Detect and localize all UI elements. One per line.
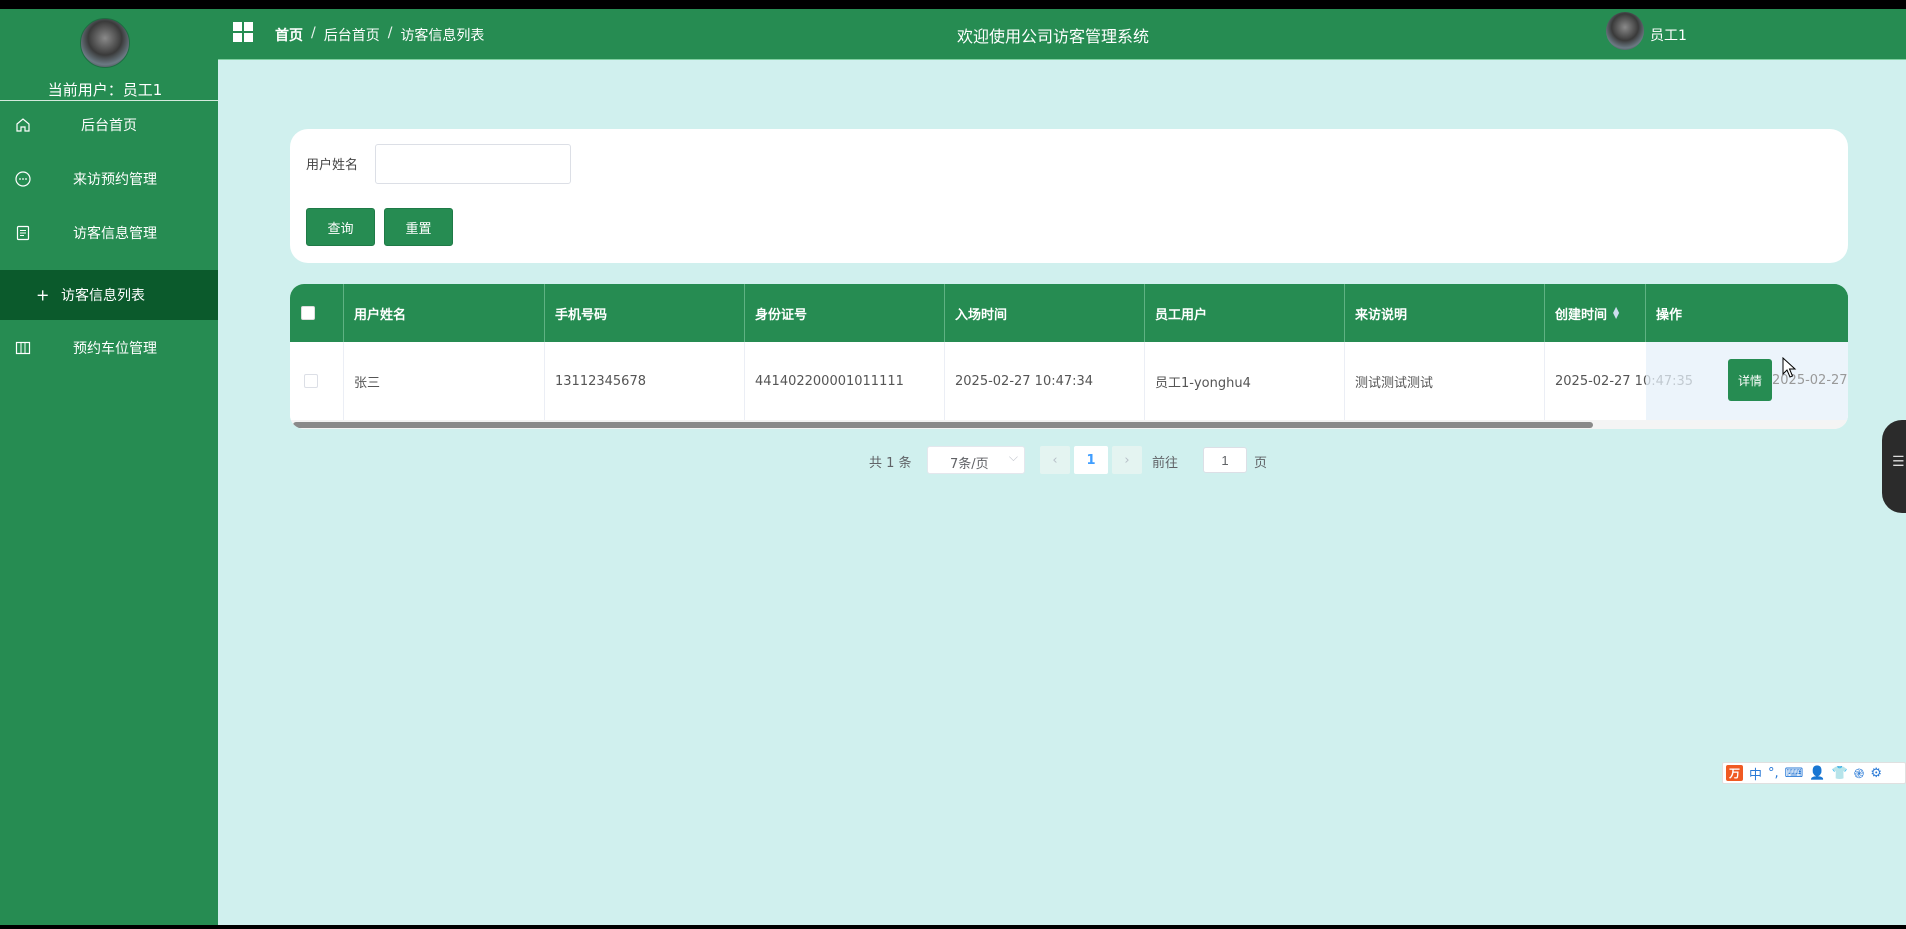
sidebar-item-label: 后台首页 [81, 118, 137, 134]
breadcrumb-dashboard[interactable]: 后台首页 [324, 25, 380, 45]
page-size-value: 7条/页 [950, 457, 989, 472]
sidebar-subitem-visitor-list[interactable]: + 访客信息列表 [0, 270, 218, 320]
plus-icon: + [36, 285, 50, 305]
query-button[interactable]: 查询 [306, 208, 375, 246]
ime-keyboard-icon[interactable]: ⌨ [1785, 766, 1804, 781]
chevron-down-icon: ⌵ [1008, 450, 1018, 464]
table-row: 张三 13112345678 441402200001011111 2025-0… [290, 342, 1848, 420]
sidebar-item-dashboard[interactable]: 后台首页 [0, 99, 218, 151]
goto-page-input[interactable] [1203, 447, 1247, 473]
column-header: 身份证号 [745, 284, 945, 342]
breadcrumb-separator: / [387, 25, 393, 41]
column-header-created[interactable]: 创建时间 ▲ ▼ [1545, 284, 1646, 342]
column-header: 入场时间 [945, 284, 1145, 342]
reset-button[interactable]: 重置 [384, 208, 453, 246]
ime-punctuation-icon[interactable]: °, [1768, 766, 1779, 781]
prev-page-button[interactable]: ‹ [1040, 446, 1070, 474]
sidebar: 当前用户：员工1 后台首页 来访预约管理 访客信息管理 + 访客信息列表 预约车… [0, 9, 218, 925]
column-header: 员工用户 [1145, 284, 1345, 342]
pagination: 共 1 条 7条/页 ⌵ ‹ 1 › 前往 页 [218, 446, 1906, 474]
column-header-label: 创建时间 [1555, 307, 1608, 323]
actions-cell: 详情 2025-02-27 10 [1646, 342, 1848, 420]
header: 首页 / 后台首页 / 访客信息列表 欢迎使用公司访客管理系统 员工1 [218, 9, 1906, 59]
header-avatar[interactable] [1606, 12, 1644, 50]
bottom-bar-black [0, 925, 1906, 929]
column-header-actions: 操作 [1646, 284, 1848, 342]
row-checkbox-cell [290, 342, 344, 420]
ime-skin-icon[interactable]: 👕 [1832, 766, 1848, 781]
cell-note: 测试测试测试 [1345, 342, 1545, 420]
top-bar-black [0, 0, 1906, 9]
sidebar-item-visitor-info[interactable]: 访客信息管理 [0, 207, 218, 259]
ime-toolbar: 万 中 °, ⌨ 👤 👕 ֎ ⚙ [1722, 762, 1906, 784]
current-user-name: 员工1 [122, 81, 163, 99]
current-user-label: 当前用户： [47, 81, 123, 99]
header-username[interactable]: 员工1 [1650, 25, 1687, 45]
breadcrumb: 首页 / 后台首页 / 访客信息列表 [275, 25, 484, 45]
search-label: 用户姓名 [306, 158, 359, 173]
sidebar-item-parking[interactable]: 预约车位管理 [0, 322, 218, 374]
ime-logo-icon[interactable]: 万 [1726, 765, 1743, 781]
mouse-cursor-icon [1782, 357, 1797, 378]
header-checkbox-cell [290, 284, 344, 342]
breadcrumb-separator: / [311, 25, 316, 41]
chevron-left-icon: ‹ [1052, 452, 1058, 468]
sort-icon[interactable]: ▲ ▼ [1613, 306, 1619, 320]
sidebar-item-visit-appointments[interactable]: 来访预约管理 [0, 153, 218, 205]
ime-language-toggle[interactable]: 中 [1749, 764, 1762, 783]
page-suffix: 页 [1254, 456, 1268, 471]
ime-user-icon[interactable]: 👤 [1809, 766, 1825, 781]
main-content: 用户姓名 查询 重置 用户姓名 手机号码 身份证号 入场时间 员工用户 来访说明… [218, 60, 1906, 925]
column-header: 手机号码 [545, 284, 745, 342]
row-checkbox[interactable] [304, 374, 318, 388]
breadcrumb-home[interactable]: 首页 [275, 25, 303, 45]
total-count: 共 1 条 [869, 456, 912, 471]
cell-employee: 员工1-yonghu4 [1145, 342, 1345, 420]
next-page-button[interactable]: › [1112, 446, 1142, 474]
ime-tools-icon[interactable]: ֎ [1854, 764, 1865, 782]
visitor-table: 用户姓名 手机号码 身份证号 入场时间 员工用户 来访说明 创建时间 ▲ ▼ 张三… [290, 284, 1848, 429]
page-size-select[interactable]: 7条/页 ⌵ [927, 446, 1025, 474]
chevron-right-icon: › [1124, 452, 1130, 468]
horizontal-scrollbar[interactable] [290, 420, 1848, 429]
sidebar-item-label: 来访预约管理 [73, 172, 157, 188]
cell-id-number: 441402200001011111 [745, 342, 945, 420]
scrollbar-thumb[interactable] [293, 422, 1593, 428]
cell-name: 张三 [344, 342, 545, 420]
detail-button[interactable]: 详情 [1728, 359, 1772, 401]
ime-settings-icon[interactable]: ⚙ [1870, 766, 1882, 781]
grid-menu-icon[interactable] [232, 21, 254, 43]
goto-label: 前往 [1152, 456, 1179, 471]
cell-phone: 13112345678 [545, 342, 745, 420]
select-all-checkbox[interactable] [301, 306, 315, 320]
breadcrumb-current: 访客信息列表 [400, 28, 485, 44]
cell-entry-time: 2025-02-27 10:47:34 [945, 342, 1145, 420]
search-card: 用户姓名 查询 重置 [290, 129, 1848, 263]
column-header: 来访说明 [1345, 284, 1545, 342]
column-header: 用户姓名 [344, 284, 545, 342]
current-user-info: 当前用户：员工1 [0, 79, 210, 100]
page-number-button[interactable]: 1 [1074, 446, 1108, 474]
username-search-input[interactable] [375, 144, 571, 184]
page-title: 欢迎使用公司访客管理系统 [956, 27, 1149, 46]
avatar[interactable] [80, 18, 130, 68]
table-header: 用户姓名 手机号码 身份证号 入场时间 员工用户 来访说明 创建时间 ▲ ▼ [290, 284, 1848, 342]
operations-column: 操作 详情 2025-02-27 10 [1646, 284, 1848, 420]
sidebar-item-label: 预约车位管理 [73, 341, 157, 357]
floating-side-tab[interactable]: ☰ [1882, 420, 1906, 513]
list-icon: ☰ [1892, 454, 1905, 470]
sidebar-item-label: 访客信息管理 [73, 226, 157, 242]
sidebar-subitem-label: 访客信息列表 [61, 288, 145, 304]
